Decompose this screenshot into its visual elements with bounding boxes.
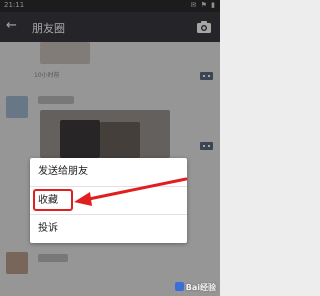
baidu-paw-logo — [174, 282, 184, 291]
dim-overlay[interactable] — [0, 0, 220, 296]
watermark-text: Bai经验 — [185, 283, 216, 292]
menu-item-report[interactable]: 投诉 — [30, 214, 187, 242]
annotation-highlight-box — [33, 189, 73, 211]
annotation-arrow — [74, 177, 188, 206]
watermark: Bai经验 — [174, 282, 216, 293]
